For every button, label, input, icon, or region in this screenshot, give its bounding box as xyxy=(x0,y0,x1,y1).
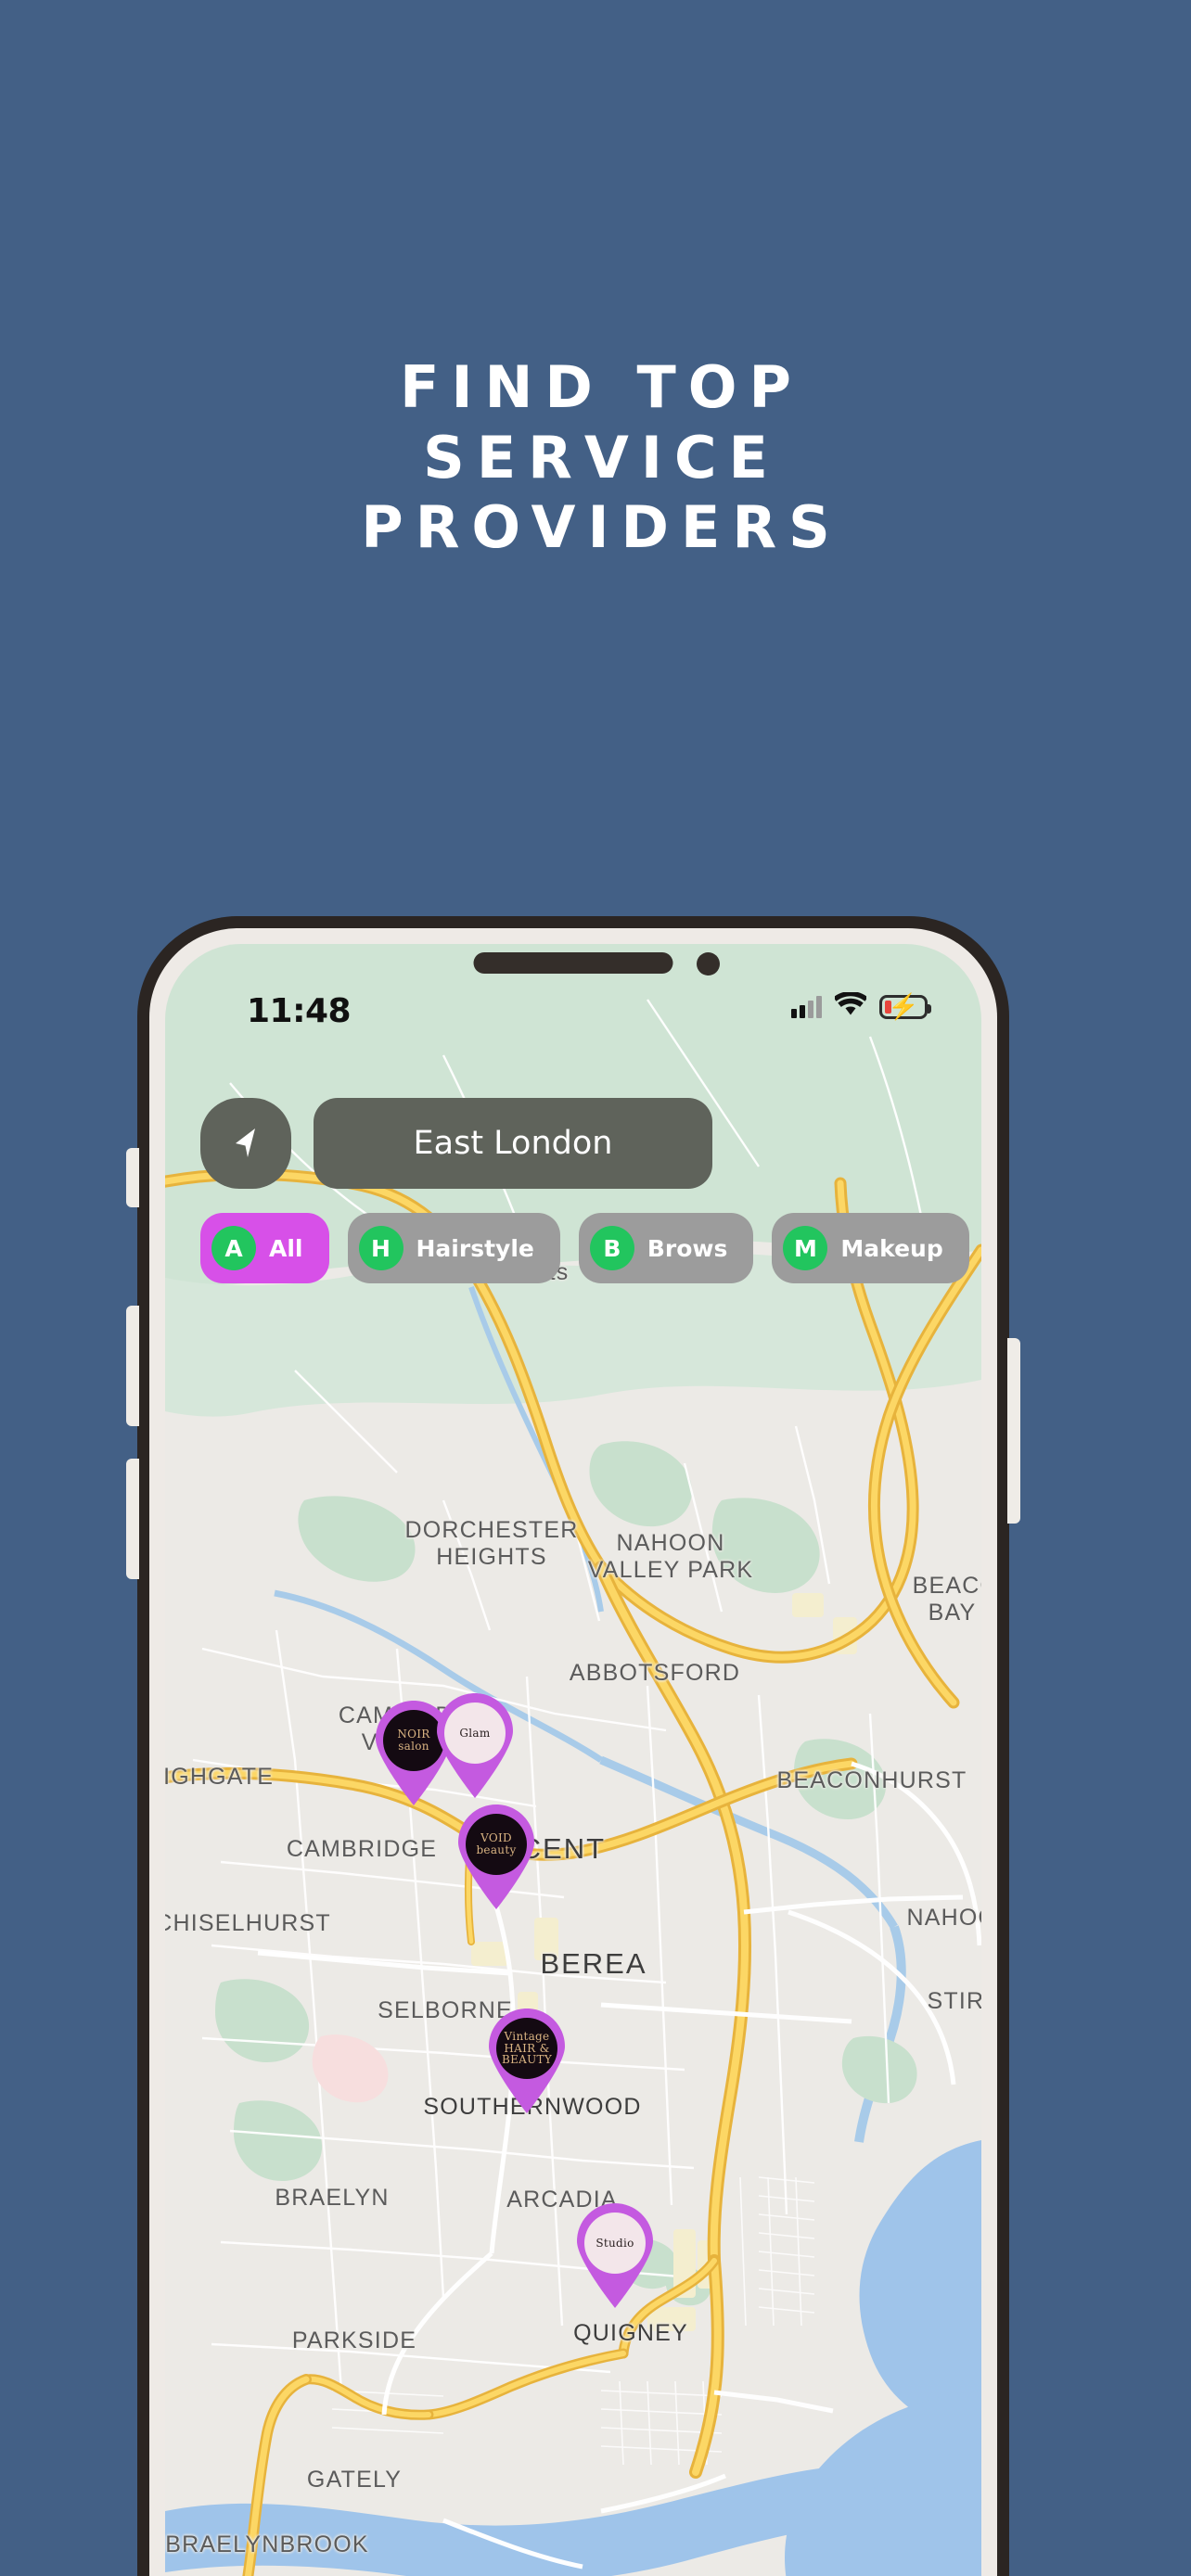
category-chip-makeup[interactable]: M Makeup xyxy=(772,1213,969,1283)
provider-avatar: Studio xyxy=(584,2213,646,2274)
front-camera-icon xyxy=(697,952,720,976)
category-icon: H xyxy=(358,1226,403,1270)
phone-mockup: Ducats DORCHESTER HEIGHTS NAHOON VALLEY … xyxy=(126,916,1020,2576)
silent-switch[interactable] xyxy=(126,1148,139,1207)
map-pin-provider[interactable]: VOID beauty xyxy=(456,1804,536,1910)
headline-line-3: PROVIDERS xyxy=(361,493,842,562)
provider-avatar: VOID beauty xyxy=(466,1814,527,1875)
provider-avatar: Glam xyxy=(444,1702,506,1764)
map-pin-provider[interactable]: Glam xyxy=(435,1693,515,1799)
category-filter-bar[interactable]: A All H Hairstyle B Brows M Makeup N N xyxy=(165,1211,981,1285)
headline-line-1: FIND TOP xyxy=(400,353,803,421)
category-icon: B xyxy=(589,1226,634,1270)
category-chip-hairstyle[interactable]: H Hairstyle xyxy=(347,1213,560,1283)
provider-avatar: Vintage HAIR & BEAUTY xyxy=(496,2018,557,2079)
phone-screen: Ducats DORCHESTER HEIGHTS NAHOON VALLEY … xyxy=(165,944,981,2576)
category-label: All xyxy=(269,1234,303,1262)
headline-line-2: SERVICE xyxy=(423,423,780,491)
locate-me-button[interactable] xyxy=(200,1098,291,1189)
page-headline: FIND TOP SERVICE PROVIDERS xyxy=(0,352,1191,563)
category-chip-brows[interactable]: B Brows xyxy=(578,1213,754,1283)
map-pin-provider[interactable]: Vintage HAIR & BEAUTY xyxy=(487,2009,567,2114)
volume-down-button[interactable] xyxy=(126,1459,139,1579)
navigation-arrow-icon xyxy=(236,1129,255,1157)
map-pin-provider[interactable]: Studio xyxy=(575,2203,655,2309)
power-button[interactable] xyxy=(1007,1338,1020,1524)
volume-up-button[interactable] xyxy=(126,1306,139,1426)
category-chip-all[interactable]: A All xyxy=(200,1213,329,1283)
category-icon: M xyxy=(783,1226,828,1270)
map-top-controls: East London xyxy=(165,1097,981,1190)
category-label: Hairstyle xyxy=(416,1234,534,1262)
dynamic-island-icon xyxy=(473,952,673,974)
phone-bezel: Ducats DORCHESTER HEIGHTS NAHOON VALLEY … xyxy=(149,928,997,2576)
category-label: Brows xyxy=(647,1234,728,1262)
category-label: Makeup xyxy=(840,1234,943,1262)
category-icon: A xyxy=(211,1226,256,1270)
location-search-field[interactable]: East London xyxy=(314,1098,712,1189)
